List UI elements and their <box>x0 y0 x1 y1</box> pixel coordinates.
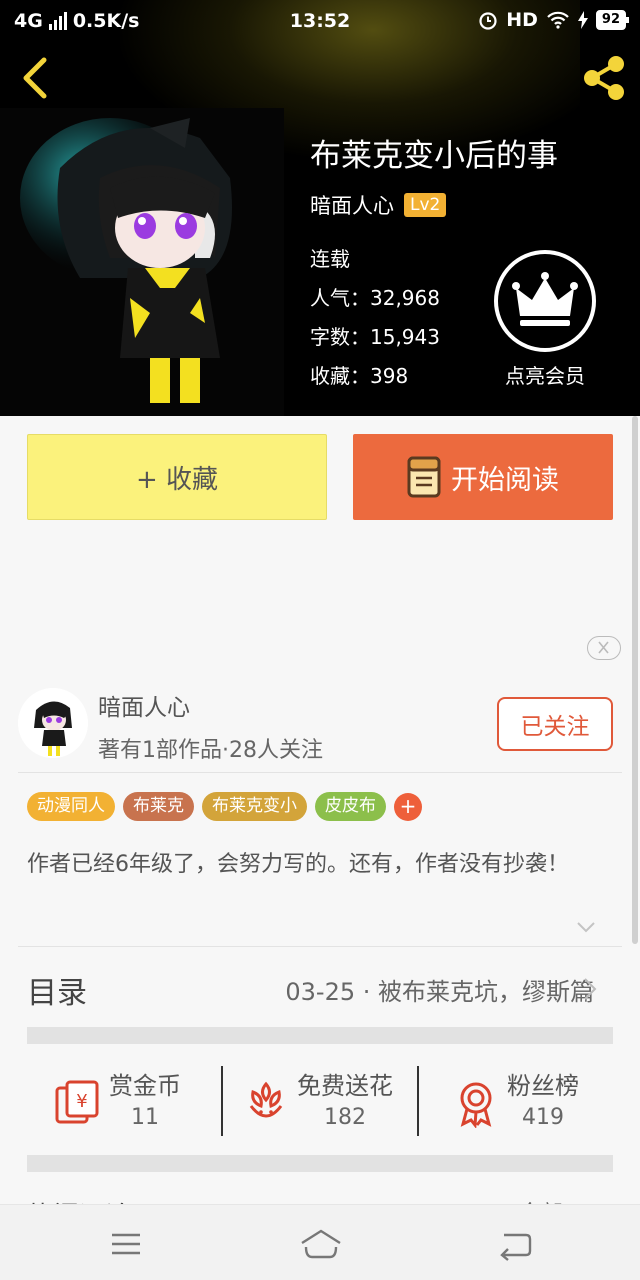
book-title: 布莱克变小后的事 <box>310 138 558 174</box>
section-separator <box>27 1155 613 1172</box>
free-flower-button[interactable]: 免费送花 182 <box>241 1064 421 1138</box>
section-separator <box>27 1027 613 1044</box>
author-avatar[interactable] <box>18 688 88 758</box>
vip-button[interactable]: 点亮会员 <box>490 250 600 390</box>
author-name[interactable]: 暗面人心 <box>310 190 394 220</box>
stat-value: 182 <box>324 1105 366 1130</box>
divider <box>417 1066 419 1136</box>
stat-value: 419 <box>522 1105 564 1130</box>
follow-label: 已关注 <box>520 714 590 740</box>
fan-ranking-button[interactable]: 粉丝榜 419 <box>451 1064 611 1138</box>
alarm-icon <box>479 12 497 30</box>
start-reading-button[interactable]: 开始阅读 <box>353 434 613 520</box>
author-row: 暗面人心 Lv2 <box>310 190 558 220</box>
divider <box>18 946 622 947</box>
tag-item[interactable]: 布莱克变小 <box>202 792 307 821</box>
reward-coin-text: 赏金币 11 <box>109 1066 181 1130</box>
back-chevron-icon[interactable] <box>16 54 56 102</box>
home-icon[interactable] <box>298 1227 344 1261</box>
latest-chapter[interactable]: 03-25 · 被布莱克坑，缪斯篇 <box>285 972 594 1007</box>
wifi-icon <box>547 11 569 29</box>
system-nav-bar <box>0 1204 640 1280</box>
tag-item[interactable]: 布莱克 <box>123 792 194 821</box>
menu-icon[interactable] <box>106 1227 146 1261</box>
collect-label: + 收藏 <box>135 464 219 495</box>
svg-text:¥: ¥ <box>76 1091 87 1112</box>
crown-icon <box>494 250 596 352</box>
start-reading-label: 开始阅读 <box>451 464 559 496</box>
divider <box>18 772 622 773</box>
book-icon <box>407 456 441 498</box>
flower-icon <box>249 1081 283 1118</box>
battery-icon: 92 <box>595 10 630 30</box>
share-icon[interactable] <box>578 52 630 104</box>
free-flower-text: 免费送花 182 <box>297 1066 393 1130</box>
medal-icon <box>460 1082 492 1128</box>
book-cover-image[interactable] <box>0 108 284 416</box>
stat-value: 11 <box>131 1105 159 1130</box>
book-description: 作者已经6年级了，会努力写的。还有，作者没有抄袭！ <box>27 852 569 877</box>
status-right: HD 92 <box>478 9 630 31</box>
expand-chevron-icon[interactable] <box>576 920 596 934</box>
back-icon[interactable] <box>496 1227 536 1261</box>
stat-label: 免费送花 <box>297 1072 393 1100</box>
charging-icon <box>577 11 588 29</box>
tag-item[interactable]: 皮皮布 <box>315 792 386 821</box>
cover-character-illustration <box>20 118 232 403</box>
chevron-right-icon[interactable] <box>583 977 597 1001</box>
stat-label: 粉丝榜 <box>507 1072 579 1100</box>
author-card-name[interactable]: 暗面人心 <box>98 688 190 722</box>
toc-label[interactable]: 目录 <box>27 968 87 1012</box>
scrollbar[interactable] <box>632 416 638 944</box>
book-header: 4G 0.5K/s 13:52 HD 92 布莱克变小后的事 暗面人心 Lv2 … <box>0 0 640 416</box>
follow-button[interactable]: 已关注 <box>497 697 613 751</box>
level-badge: Lv2 <box>404 193 447 217</box>
close-ad-button[interactable] <box>587 636 621 660</box>
red-envelope-icon: ¥ <box>55 1080 99 1124</box>
collect-button[interactable]: + 收藏 <box>27 434 327 520</box>
vip-label: 点亮会员 <box>505 364 585 388</box>
tag-list: 动漫同人 布莱克 布莱克变小 皮皮布 + <box>27 792 422 821</box>
add-tag-button[interactable]: + <box>394 792 422 821</box>
status-bar: 4G 0.5K/s 13:52 HD 92 <box>0 0 640 44</box>
fan-ranking-text: 粉丝榜 419 <box>507 1066 579 1130</box>
tag-item[interactable]: 动漫同人 <box>27 792 115 821</box>
reward-coin-button[interactable]: ¥ 赏金币 11 <box>53 1064 223 1138</box>
author-card-stats: 著有1部作品·28人关注 <box>98 738 323 763</box>
reward-stats-row: ¥ 赏金币 11 免费送花 182 粉丝榜 419 <box>27 1048 613 1154</box>
divider <box>221 1066 223 1136</box>
close-icon <box>598 641 609 654</box>
hd-indicator: HD <box>506 9 538 31</box>
stat-label: 赏金币 <box>109 1072 181 1100</box>
